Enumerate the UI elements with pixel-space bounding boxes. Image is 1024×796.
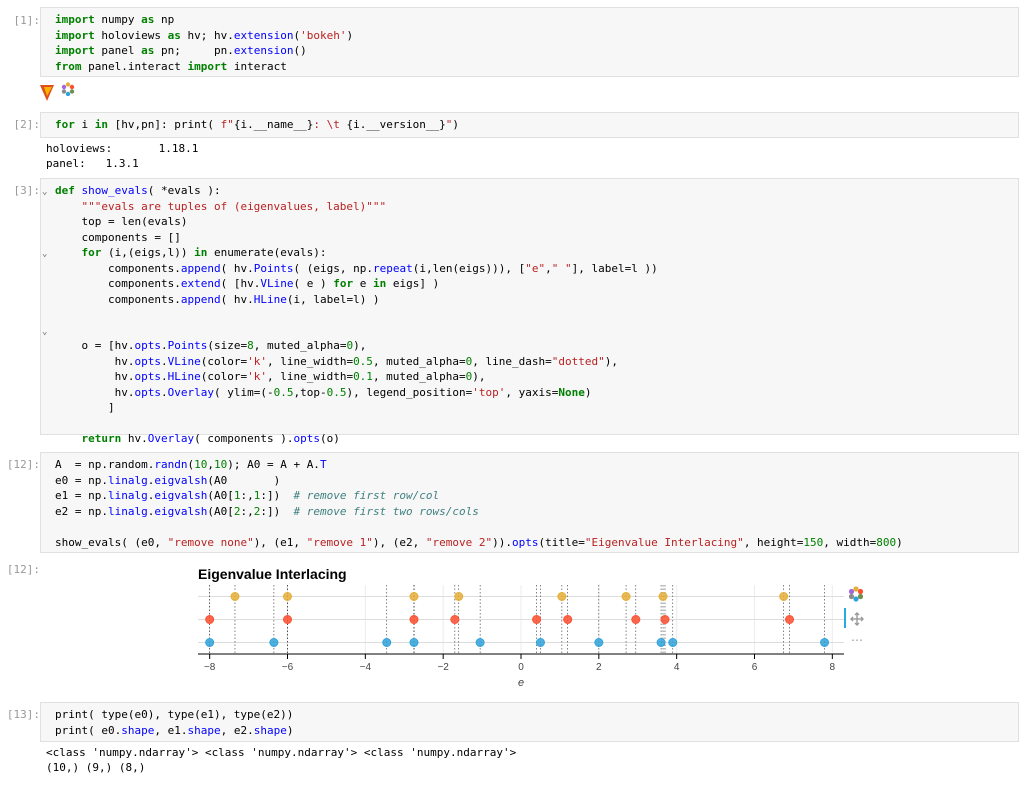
data-point[interactable] xyxy=(283,615,293,624)
data-point[interactable] xyxy=(205,638,215,647)
cell-output-line: <class 'numpy.ndarray'> <class 'numpy.nd… xyxy=(46,746,517,759)
holoviews-logo-icon xyxy=(40,83,60,103)
data-point[interactable] xyxy=(779,592,789,601)
code-cell-eigenvalues[interactable]: A = np.random.randn(10,10); A0 = A + A.T… xyxy=(40,452,1019,553)
code-text: import numpy as np import holoviews as h… xyxy=(55,13,354,73)
code-cell-imports[interactable]: import numpy as np import holoviews as h… xyxy=(40,7,1019,77)
cell-prompt: [12]: xyxy=(6,458,40,471)
x-axis-label: e xyxy=(518,677,524,689)
x-tick-label: 2 xyxy=(596,662,602,673)
data-point[interactable] xyxy=(658,592,668,601)
data-point[interactable] xyxy=(475,638,485,647)
data-point[interactable] xyxy=(382,638,392,647)
x-tick-label: 8 xyxy=(830,662,836,673)
chart-output: Eigenvalue Interlacing −8 −6 −4 −2 0 2 4 6 8 e xyxy=(190,560,880,695)
cell-output-line: holoviews: 1.18.1 xyxy=(46,142,199,155)
code-text: A = np.random.randn(10,10); A0 = A + A.T… xyxy=(55,458,903,549)
data-point[interactable] xyxy=(409,638,419,647)
x-tick-label: −8 xyxy=(204,662,216,673)
data-point[interactable] xyxy=(656,638,666,647)
data-point[interactable] xyxy=(535,638,545,647)
code-cell-versions[interactable]: for i in [hv,pn]: print( f"{i.__name__}:… xyxy=(40,112,1019,138)
toolbar-active-indicator xyxy=(844,608,846,628)
x-tick-label: 0 xyxy=(518,662,524,673)
chart-title: Eigenvalue Interlacing xyxy=(198,566,347,582)
code-text: print( type(e0), type(e1), type(e2)) pri… xyxy=(55,708,294,737)
cell-prompt: [1]: xyxy=(13,14,41,27)
code-cell-types[interactable]: print( type(e0), type(e1), type(e2)) pri… xyxy=(40,702,1019,742)
fold-chevron-icon[interactable]: ⌄ xyxy=(42,187,47,197)
data-point[interactable] xyxy=(269,638,279,647)
cell-prompt: [12]: xyxy=(6,563,40,576)
code-text: for i in [hv,pn]: print( f"{i.__name__}:… xyxy=(55,118,460,131)
eigenvalue-chart[interactable]: Eigenvalue Interlacing −8 −6 −4 −2 0 2 4 6 8 e xyxy=(190,560,880,695)
data-point[interactable] xyxy=(532,615,542,624)
data-point[interactable] xyxy=(205,615,215,624)
data-point[interactable] xyxy=(557,592,567,601)
code-text: def show_evals( *evals ): """evals are t… xyxy=(55,184,658,445)
more-dots-icon[interactable]: ⋯ xyxy=(851,633,863,647)
cell-output-line: (10,) (9,) (8,) xyxy=(46,761,146,774)
data-point[interactable] xyxy=(563,615,573,624)
data-point[interactable] xyxy=(660,615,670,624)
x-tick-label: 4 xyxy=(674,662,680,673)
fold-chevron-icon[interactable]: ⌄ xyxy=(42,249,47,259)
data-point[interactable] xyxy=(621,592,631,601)
data-point[interactable] xyxy=(230,592,240,601)
data-point[interactable] xyxy=(409,615,419,624)
data-point[interactable] xyxy=(450,615,460,624)
data-point[interactable] xyxy=(631,615,641,624)
bokeh-logo-icon[interactable] xyxy=(848,586,864,602)
code-cell-show-evals[interactable]: ⌄ ⌄ ⌄ def show_evals( *evals ): """evals… xyxy=(40,178,1019,445)
data-point[interactable] xyxy=(668,638,678,647)
data-point[interactable] xyxy=(454,592,464,601)
pan-move-icon[interactable] xyxy=(850,612,864,626)
cell-prompt: [2]: xyxy=(13,118,41,131)
cell-prompt: [3]: xyxy=(13,184,41,197)
data-point[interactable] xyxy=(594,638,604,647)
cell-prompt: [13]: xyxy=(6,708,40,721)
x-tick-label: −6 xyxy=(282,662,294,673)
bokeh-logo-icon xyxy=(61,82,75,97)
data-point[interactable] xyxy=(409,592,419,601)
data-point[interactable] xyxy=(820,638,830,647)
fold-chevron-icon[interactable]: ⌄ xyxy=(42,327,47,337)
data-point[interactable] xyxy=(785,615,795,624)
x-tick-label: −2 xyxy=(437,662,449,673)
cell-output-line: panel: 1.3.1 xyxy=(46,157,139,170)
x-tick-label: 6 xyxy=(752,662,758,673)
data-point[interactable] xyxy=(283,592,293,601)
x-tick-label: −4 xyxy=(360,662,372,673)
